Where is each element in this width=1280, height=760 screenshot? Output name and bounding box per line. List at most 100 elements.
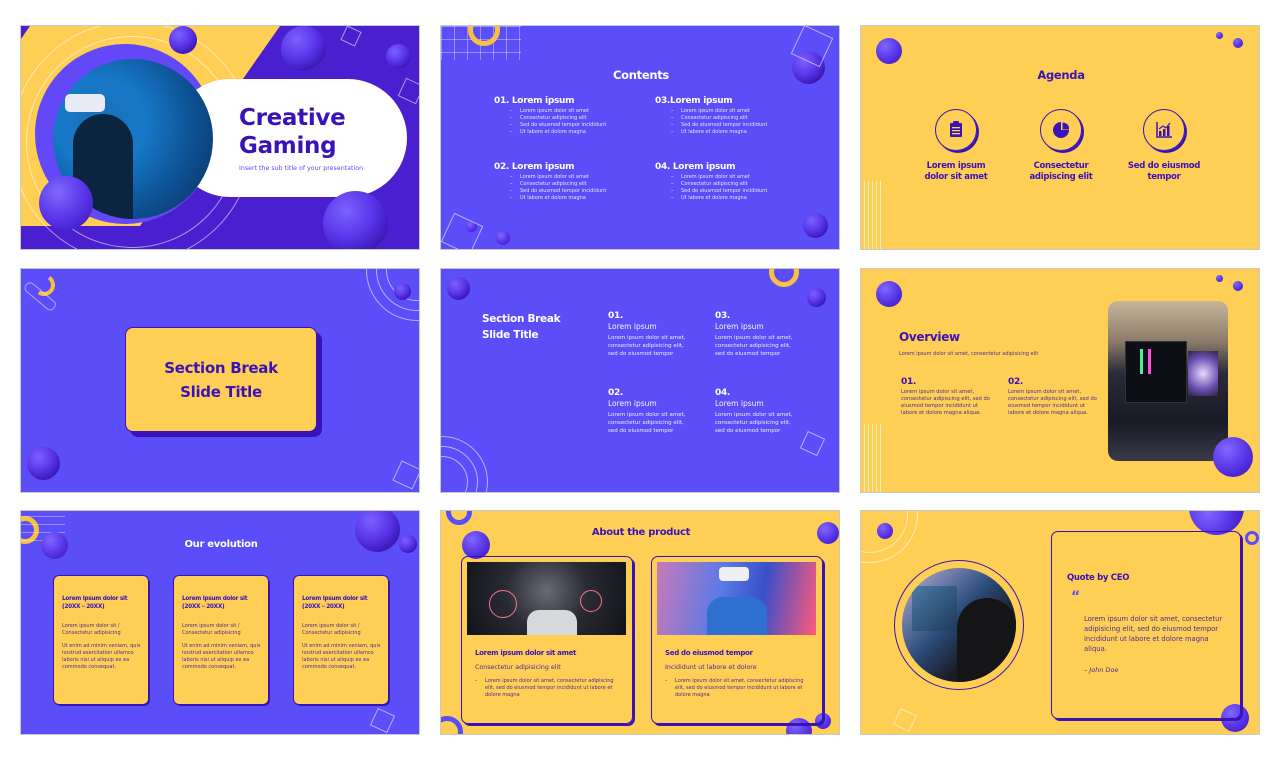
sphere-decoration	[39, 176, 93, 230]
quote-text: Lorem ipsum dolor sit amet, consectetur …	[1084, 615, 1223, 653]
slide-thumbnail-9[interactable]: Quote by CEO “ Lorem ipsum dolor sit ame…	[860, 510, 1260, 735]
line-pattern-decoration	[864, 181, 882, 249]
cube-outline	[799, 430, 826, 457]
section-item-3: 03. Lorem ipsum Lorem ipsum dolor sit am…	[715, 311, 793, 358]
monitor-shape	[1188, 351, 1218, 396]
list-item: Consectetur adipiscing elit	[510, 181, 634, 188]
list-item: Lorem ipsum dolor sit amet	[671, 108, 815, 115]
list-item: Ut labore et dolore magna	[671, 129, 815, 136]
list-item: Ut labore et dolore magna	[671, 195, 815, 202]
card-heading: Lorem ipsum dolor sit amet	[475, 649, 577, 657]
slide-thumbnail-3[interactable]: Agenda Lorem ipsum dolor sit amet Consec…	[860, 25, 1260, 250]
card-heading: Lorem ipsum dolor sit (20XX – 20XX)	[62, 596, 128, 610]
agenda-item-line1: Lorem ipsum	[926, 161, 986, 171]
card-subheading: Incididunt ut labore et dolore	[665, 664, 757, 671]
agenda-item-line2: adipiscing elit	[1029, 172, 1093, 182]
slide-thumbnail-4[interactable]: Section Break Slide Title	[20, 268, 420, 493]
person-shape	[527, 610, 577, 635]
quote-author: – John Doe	[1084, 666, 1119, 674]
contents-section-1: 01. Lorem ipsum Lorem ipsum dolor sit am…	[494, 96, 634, 136]
slide-thumbnail-6[interactable]: Overview Lorem ipsum dolor sit amet, con…	[860, 268, 1260, 493]
overview-subtitle: Lorem ipsum dolor sit amet, consectetur …	[899, 351, 1039, 357]
slide-thumbnail-2[interactable]: Contents 01. Lorem ipsum Lorem ipsum dol…	[440, 25, 840, 250]
list-item: Lorem ipsum dolor sit amet, consectetur …	[475, 678, 620, 699]
sphere-decoration	[1233, 281, 1243, 291]
item-body: Lorem ipsum dolor sit amet, consectetur …	[1008, 389, 1097, 416]
card-body: Ut enim ad minim veniam, quis nostrud ex…	[302, 643, 381, 670]
contents-section-4: 04. Lorem ipsum Lorem ipsum dolor sit am…	[655, 162, 815, 202]
list-item: Lorem ipsum dolor sit amet, consectetur …	[665, 678, 810, 699]
vr-headset-shape	[65, 94, 105, 112]
card-subheading: Consectetur adipisicing elit	[475, 664, 561, 671]
evolution-title: Our evolution	[184, 539, 258, 550]
section-item-2: 02. Lorem ipsum Lorem ipsum dolor sit am…	[608, 388, 686, 435]
icon-circle	[935, 109, 977, 151]
yellow-ring-decoration	[769, 269, 799, 287]
sphere-decoration	[807, 288, 826, 307]
card-heading: Lorem ipsum dolor sit (20XX – 20XX)	[302, 596, 368, 610]
sphere-decoration	[1216, 32, 1223, 39]
evolution-card-1: Lorem ipsum dolor sit (20XX – 20XX) Lore…	[53, 575, 149, 705]
product-card-1: Lorem ipsum dolor sit amet Consectetur a…	[461, 556, 633, 724]
gaming-pc-setup-photo	[1108, 301, 1228, 461]
agenda-item-3: Sed do eiusmod tempor	[1109, 109, 1219, 183]
icon-circle	[1143, 109, 1185, 151]
title-line-1: Creative	[239, 105, 346, 131]
list-item: Sed do eiusmod tempor incididunt	[510, 188, 634, 195]
overview-title: Overview	[899, 330, 960, 344]
item-heading: Lorem ipsum	[608, 322, 657, 331]
item-number: 02.	[608, 388, 624, 398]
monitor-shape	[912, 586, 957, 631]
vr-boxing-man-photo	[467, 562, 626, 635]
card-subheading: Lorem ipsum dolor sit / Consectetur adip…	[62, 623, 121, 636]
rgb-light	[1148, 349, 1151, 374]
card-subheading: Lorem ipsum dolor sit / Consectetur adip…	[182, 623, 241, 636]
section-title-card: Section Break Slide Title	[125, 327, 317, 432]
section-title-line1: Section Break	[164, 359, 278, 377]
section-heading: 04. Lorem ipsum	[655, 162, 736, 172]
card-heading: Lorem ipsum dolor sit (20XX – 20XX)	[182, 596, 248, 610]
quote-title: Quote by CEO	[1067, 573, 1130, 583]
evolution-card-3: Lorem ipsum dolor sit (20XX – 20XX) Lore…	[293, 575, 389, 705]
item-number: 01.	[901, 377, 917, 387]
cube-outline	[340, 26, 362, 47]
line-pattern-decoration	[864, 424, 882, 492]
sphere-decoration	[394, 283, 411, 300]
item-heading: Lorem ipsum	[715, 399, 764, 408]
slide-thumbnail-5[interactable]: Section Break Slide Title 01. Lorem ipsu…	[440, 268, 840, 493]
cube-outline	[392, 460, 419, 490]
card-bullets: Lorem ipsum dolor sit amet, consectetur …	[475, 678, 620, 699]
slide-thumbnail-7[interactable]: Our evolution Lorem ipsum dolor sit (20X…	[20, 510, 420, 735]
pie-chart-icon	[1053, 122, 1069, 138]
sphere-decoration	[876, 38, 902, 64]
sphere-decoration	[27, 447, 60, 480]
card-body: Ut enim ad minim veniam, quis nostrud ex…	[182, 643, 261, 670]
list-item: Lorem ipsum dolor sit amet	[510, 108, 634, 115]
card-heading: Sed do eiusmod tempor	[665, 649, 753, 657]
slide-thumbnail-1[interactable]: Creative Gaming Insert the sub title of …	[20, 25, 420, 250]
card-bullets: Lorem ipsum dolor sit amet, consectetur …	[665, 678, 810, 699]
agenda-item-line1: Consectetur	[1033, 161, 1089, 171]
agenda-item-line2: dolor sit amet	[924, 172, 988, 182]
subtitle: Insert the sub title of your presentatio…	[239, 165, 364, 172]
item-body: Lorem ipsum dolor sit amet, consectetur …	[715, 335, 793, 357]
list-item: Lorem ipsum dolor sit amet	[671, 174, 815, 181]
purple-ring-decoration	[1245, 531, 1259, 545]
slide-thumbnail-8[interactable]: About the product Lorem ipsum dolor sit …	[440, 510, 840, 735]
card-subheading: Lorem ipsum dolor sit / Consectetur adip…	[302, 623, 361, 636]
glow-ring	[489, 590, 517, 618]
sphere-decoration	[1213, 437, 1253, 477]
vr-woman-photo	[657, 562, 816, 635]
sphere-decoration	[803, 213, 828, 238]
title-line-2: Gaming	[239, 133, 337, 159]
card-body: Ut enim ad minim veniam, quis nostrud ex…	[62, 643, 141, 670]
sphere-decoration	[386, 44, 411, 69]
item-body: Lorem ipsum dolor sit amet, consectetur …	[608, 335, 686, 357]
sphere-decoration	[1233, 38, 1243, 48]
sphere-decoration	[1216, 275, 1223, 282]
icon-circle	[1040, 109, 1082, 151]
cube-outline	[369, 707, 396, 734]
vr-headset-shape	[719, 567, 749, 581]
section-heading: 01. Lorem ipsum	[494, 96, 575, 106]
sphere-decoration	[447, 277, 470, 300]
